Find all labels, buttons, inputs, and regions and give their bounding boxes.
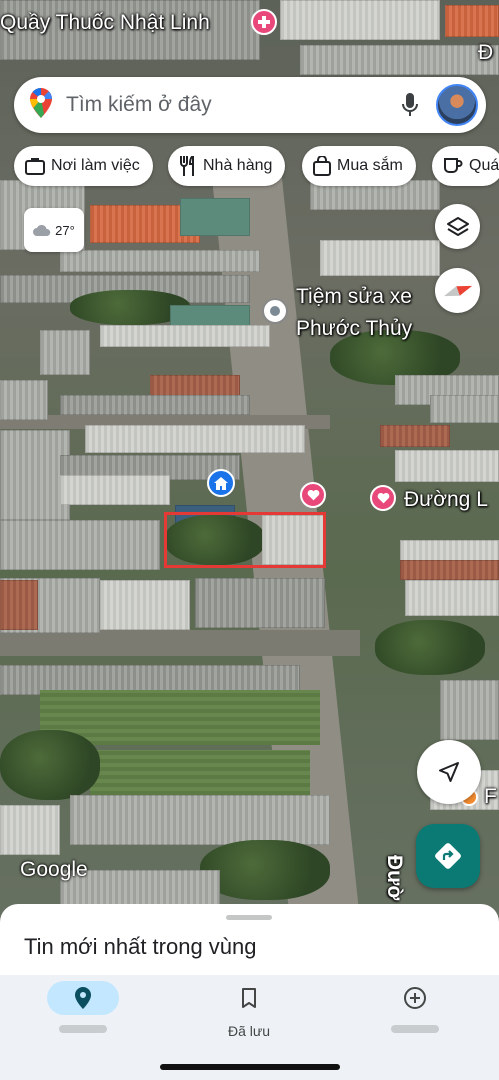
building [0,580,38,630]
nav-saved[interactable]: Đã lưu [166,975,332,1045]
nav-active-indicator [47,981,119,1015]
building [0,380,48,420]
trees [0,730,100,800]
heart-marker-icon[interactable] [300,482,326,508]
poi-label-repair-line2[interactable]: Phước Thủy [296,316,412,341]
building [380,425,450,447]
home-indicator[interactable] [160,1064,340,1070]
google-maps-pin-icon [30,87,52,123]
chip-restaurant-label: Nhà hàng [203,157,273,174]
building [100,325,270,347]
chip-cafe-label: Quá [469,157,499,174]
building [100,580,190,630]
trees [375,620,485,675]
building [70,795,330,845]
maps-app: Quầy Thuốc Nhật Linh Đ Tiệm sửa xe Phước… [0,0,499,1080]
nav-icon-wrap [379,981,451,1015]
poi-label-street[interactable]: Đường L [404,487,488,512]
building [400,560,499,580]
bookmark-icon [241,988,257,1008]
selection-rectangle [164,512,326,568]
chip-work[interactable]: Nơi làm việc [14,146,153,186]
pharmacy-marker-icon[interactable] [251,9,277,35]
poi-label-pharmacy[interactable]: Quầy Thuốc Nhật Linh [0,10,210,35]
sheet-drag-handle[interactable] [226,915,272,920]
building [180,198,250,236]
sheet-title: Tin mới nhất trong vùng [24,934,257,959]
bottom-sheet[interactable]: Tin mới nhất trong vùng [0,904,499,984]
poi-label-partial-right[interactable]: F [484,784,497,809]
building [445,5,499,37]
building [440,680,499,740]
building [280,0,440,40]
repair-shop-marker-icon[interactable] [262,298,288,324]
directions-button[interactable] [416,824,480,888]
layers-icon [446,215,470,239]
nav-explore[interactable] [0,975,166,1045]
building [0,520,160,570]
building [405,580,499,616]
poi-label-repair-line1[interactable]: Tiệm sửa xe [296,284,412,309]
chip-restaurant[interactable]: Nhà hàng [168,146,286,186]
temperature-text: 27° [55,222,75,238]
nav-saved-label: Đã lưu [227,1023,271,1039]
cloud-icon [33,224,51,236]
nav-icon-wrap [213,981,285,1015]
building [300,45,499,75]
poi-label-partial[interactable]: Đ [478,40,493,65]
building [170,305,250,327]
navigation-arrow-icon [438,761,460,783]
building [430,395,499,423]
chip-cafe[interactable]: Quá [432,146,499,186]
google-logo: Google [20,858,88,881]
heart-marker-icon[interactable] [370,485,396,511]
building [60,475,170,505]
building [395,450,499,482]
weather-badge[interactable]: 27° [24,208,84,252]
coffee-icon [443,157,469,175]
building [320,240,440,276]
directions-icon [433,841,463,871]
building [60,250,260,272]
road-name-label: Đườ [383,855,406,901]
lane [0,630,360,656]
add-circle-icon [403,986,427,1010]
nav-label-blurred [391,1025,439,1033]
search-input[interactable]: Tìm kiếm ở đây [66,93,402,117]
shopping-bag-icon [313,156,337,176]
chip-shopping-label: Mua sắm [337,157,403,174]
search-bar[interactable]: Tìm kiếm ở đây [14,77,486,133]
building [85,425,305,453]
explore-pin-icon [75,987,91,1009]
my-location-button[interactable] [417,740,481,804]
building [60,395,250,415]
briefcase-icon [25,157,51,175]
chip-shopping[interactable]: Mua sắm [302,146,416,186]
compass-button[interactable] [435,268,480,313]
user-avatar[interactable] [436,84,478,126]
building [0,805,60,855]
restaurant-icon [179,156,203,176]
home-marker-icon[interactable] [207,469,235,497]
building [195,578,325,628]
field [90,750,310,795]
building [40,330,90,375]
layers-button[interactable] [435,204,480,249]
nav-label-blurred [59,1025,107,1033]
compass-icon [442,281,474,301]
building [150,375,240,397]
nav-contribute[interactable] [332,975,498,1045]
microphone-icon[interactable] [402,93,418,117]
chip-work-label: Nơi làm việc [51,157,140,174]
